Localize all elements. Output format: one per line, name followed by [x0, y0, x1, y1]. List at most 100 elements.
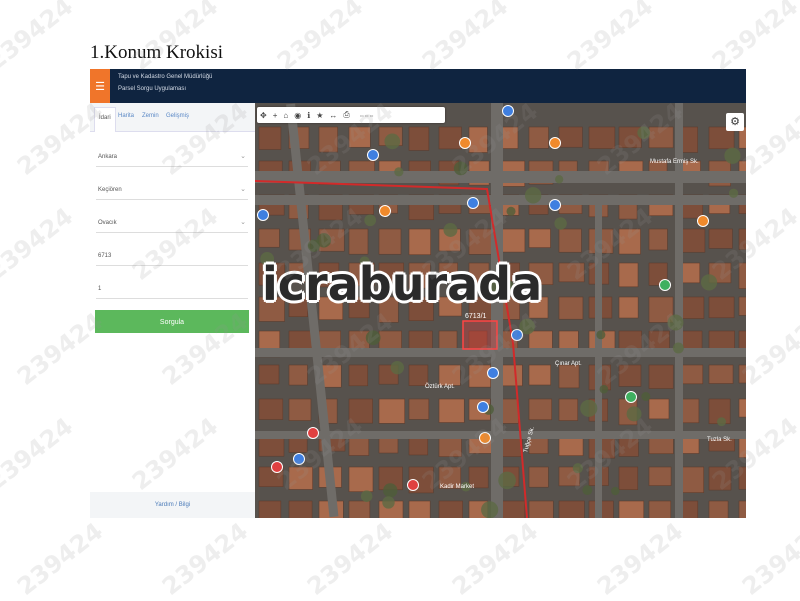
header-title: Tapu ve Kadastro Genel Müdürlüğü — [118, 74, 213, 80]
watermark-text: 239424 — [12, 517, 109, 601]
building-roof — [378, 330, 402, 352]
tree-canopy — [383, 483, 398, 498]
building-roof — [738, 466, 746, 490]
building-roof — [708, 500, 729, 518]
star-icon[interactable]: ★ — [316, 111, 323, 120]
tab-zemin[interactable]: Zemin — [142, 113, 159, 119]
building-roof — [558, 500, 585, 518]
building-roof — [558, 228, 582, 253]
building-roof — [438, 500, 463, 518]
tree-canopy — [667, 314, 684, 331]
map-poi-pin — [271, 461, 283, 473]
watermark-text: 239424 — [737, 307, 800, 391]
building-roof — [288, 398, 312, 421]
query-button[interactable]: Sorgula — [95, 310, 249, 333]
building-roof — [258, 126, 282, 150]
building-roof — [318, 126, 338, 153]
tab-gelismis[interactable]: Gelişmiş — [166, 113, 189, 119]
province-value: Ankara — [98, 154, 118, 160]
building-roof — [738, 228, 746, 250]
map-poi-pin — [367, 149, 379, 161]
tree-canopy — [626, 406, 642, 422]
building-roof — [438, 126, 462, 150]
chevron-down-icon: ⌄ — [240, 186, 246, 193]
building-roof — [438, 398, 465, 423]
road-vertical — [675, 103, 683, 518]
building-roof — [648, 466, 672, 486]
building-roof — [648, 364, 674, 389]
tree-canopy — [390, 360, 405, 375]
watermark-text: 239424 — [0, 202, 79, 286]
building-roof — [438, 364, 461, 386]
province-select[interactable]: Ankara ⌄ — [96, 147, 248, 167]
location-icon[interactable]: ◉ — [294, 111, 301, 120]
gear-icon[interactable]: ⚙ — [726, 113, 744, 131]
map-poi-pin — [659, 279, 671, 291]
parcel-value: 1 — [98, 286, 102, 292]
pan-icon[interactable]: ✥ — [260, 111, 267, 120]
parcel-input[interactable]: 1 — [96, 279, 248, 299]
map-poi-pin — [467, 197, 479, 209]
building-roof — [738, 364, 746, 384]
map-poi-pin — [307, 427, 319, 439]
building-roof — [348, 228, 369, 255]
district-value: Keçiören — [98, 187, 122, 193]
map-poi-pin — [479, 432, 491, 444]
watermark-text: 239424 — [0, 0, 79, 76]
building-roof — [618, 364, 642, 387]
watermark-text: 239424 — [157, 517, 254, 601]
building-roof — [738, 296, 746, 316]
building-roof — [258, 364, 280, 385]
chevron-down-icon: ⌄ — [240, 219, 246, 226]
building-roof — [528, 126, 549, 149]
tree-canopy — [365, 330, 381, 346]
watermark-text: 239424 — [562, 0, 659, 76]
map-poi-pin — [293, 453, 305, 465]
print-icon[interactable]: ⎙ — [343, 110, 349, 120]
query-panel: İdari Harita Zemin Gelişmiş Ankara ⌄ Keçi… — [90, 103, 256, 518]
info-icon[interactable]: ℹ — [307, 111, 310, 120]
building-roof — [618, 500, 645, 518]
building-roof — [528, 398, 553, 421]
panel-footer-link[interactable]: Yardım / Bilgi — [90, 492, 255, 518]
tree-canopy — [596, 330, 606, 340]
tree-canopy — [360, 490, 373, 503]
map-street-label: Kadir Market — [440, 484, 474, 490]
building-roof — [348, 364, 369, 387]
measure-icon[interactable]: ↔ — [329, 111, 337, 120]
building-roof — [558, 330, 579, 350]
watermark-text: 239424 — [592, 517, 689, 601]
tree-canopy — [394, 167, 404, 177]
building-roof — [258, 398, 284, 420]
district-select[interactable]: Keçiören ⌄ — [96, 180, 248, 200]
building-roof — [288, 364, 308, 386]
watermark-text: 239424 — [272, 0, 369, 76]
building-roof — [648, 228, 668, 251]
block-input[interactable]: 6713 — [96, 246, 248, 266]
zoom-in-icon[interactable]: + — [273, 111, 278, 120]
tab-harita[interactable]: Harita — [118, 113, 134, 119]
building-roof — [528, 500, 554, 518]
map-poi-pin — [459, 137, 471, 149]
building-roof — [288, 466, 313, 490]
map-street-label: Öztürk Apt. — [425, 383, 455, 390]
tree-canopy — [580, 399, 598, 417]
tree-canopy — [724, 147, 741, 164]
building-roof — [288, 500, 313, 518]
building-roof — [618, 228, 641, 255]
home-icon[interactable]: ⌂ — [283, 111, 288, 120]
building-roof — [558, 296, 584, 320]
building-roof — [468, 364, 491, 388]
tree-canopy — [611, 486, 620, 496]
tree-canopy — [316, 233, 332, 248]
watermark-text: 239424 — [447, 517, 544, 601]
map-poi-pin — [511, 329, 523, 341]
hamburger-icon[interactable]: ☰ — [90, 69, 110, 103]
building-roof — [348, 330, 370, 352]
tree-canopy — [637, 126, 651, 140]
building-roof — [738, 262, 746, 289]
neighborhood-select[interactable]: Ovacık ⌄ — [96, 213, 248, 233]
tab-idari[interactable]: İdari — [94, 107, 116, 132]
building-roof — [708, 296, 735, 319]
map-poi-pin — [549, 199, 561, 211]
